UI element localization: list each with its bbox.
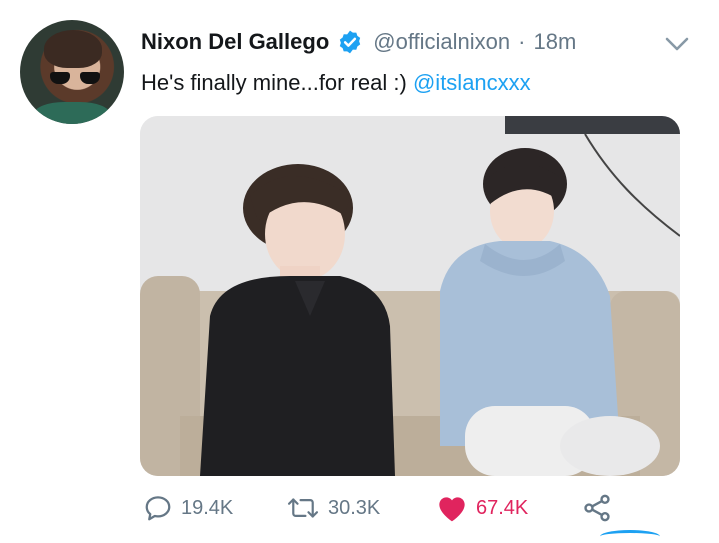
tweet-header: Nixon Del Gallego @officialnixon · 18m	[141, 27, 576, 57]
photo-illustration	[140, 116, 680, 476]
reply-icon	[145, 496, 171, 521]
retweet-count: 30.3K	[328, 496, 381, 519]
avatar[interactable]	[20, 20, 124, 124]
avatar-hair	[44, 30, 102, 68]
heart-icon	[439, 497, 465, 522]
tweet-photo[interactable]	[140, 116, 680, 476]
author-name[interactable]: Nixon Del Gallego	[141, 29, 329, 55]
tweet-text: He's finally mine...for real :) @itslanc…	[141, 70, 531, 96]
reply-count: 19.4K	[181, 496, 234, 519]
next-item-edge	[600, 530, 660, 543]
like-count: 67.4K	[476, 496, 529, 519]
mention-link[interactable]: @itslancxxx	[413, 70, 531, 95]
tweet-body: He's finally mine...for real :)	[141, 70, 407, 95]
like-button[interactable]: 67.4K	[436, 490, 528, 526]
avatar-shirt	[34, 102, 110, 124]
tweet-actions: 19.4K 30.3K 67.4K	[141, 490, 661, 526]
separator-dot: ·	[518, 29, 526, 54]
share-icon	[584, 494, 610, 522]
reply-button[interactable]: 19.4K	[143, 490, 233, 526]
retweet-button[interactable]: 30.3K	[286, 490, 380, 526]
verified-badge-icon	[340, 30, 361, 54]
retweet-icon	[287, 498, 319, 518]
chevron-down-icon[interactable]	[660, 32, 694, 56]
author-handle[interactable]: @officialnixon	[373, 29, 510, 55]
tweet-time[interactable]: 18m	[533, 29, 576, 55]
avatar-sunglasses	[50, 72, 100, 84]
share-button[interactable]	[581, 490, 621, 526]
